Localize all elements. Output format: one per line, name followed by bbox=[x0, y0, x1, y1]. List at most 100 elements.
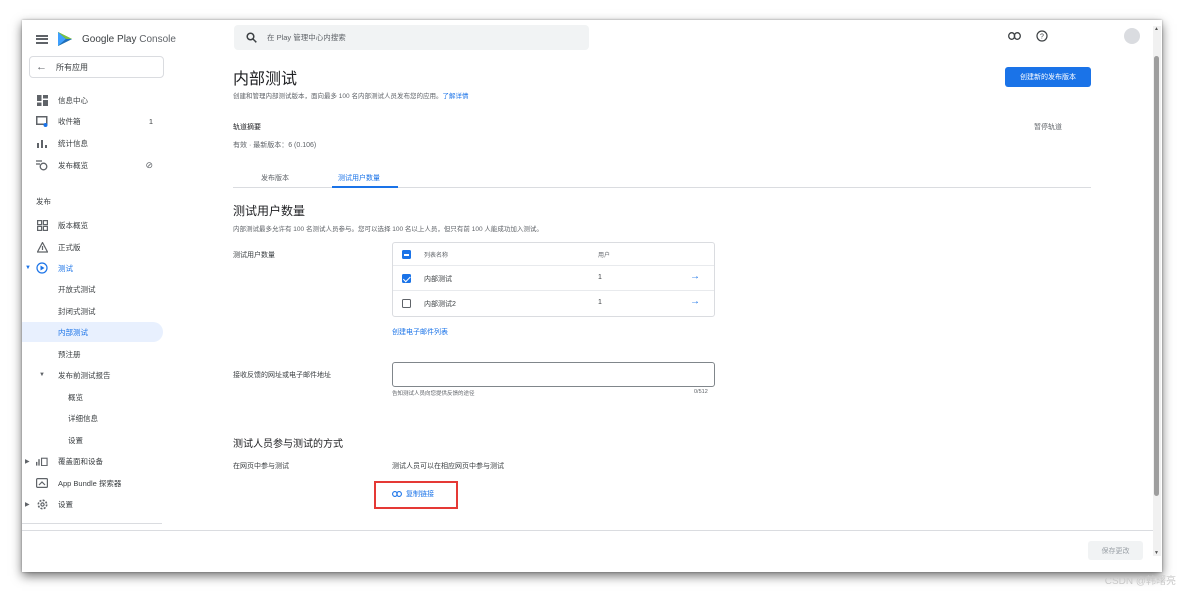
row-checkbox[interactable] bbox=[402, 299, 411, 308]
sidebar-item-label: 覆盖面和设备 bbox=[58, 456, 103, 466]
sidebar-item-prelaunch-settings[interactable]: 设置 bbox=[22, 430, 163, 450]
all-apps-label: 所有应用 bbox=[56, 62, 88, 72]
tab-releases[interactable]: 发布版本 bbox=[261, 173, 289, 183]
dashboard-icon bbox=[36, 94, 48, 106]
sidebar-item-prelaunch-details[interactable]: 详细信息 bbox=[22, 408, 163, 428]
sidebar-item-label: 收件箱 bbox=[58, 116, 81, 126]
table-header-row: 列表名称 用户 bbox=[393, 243, 714, 265]
pause-track-button[interactable]: 暂停轨道 bbox=[1034, 122, 1062, 132]
sidebar-item-open-testing[interactable]: 开放式测试 bbox=[22, 279, 163, 299]
link-icon[interactable] bbox=[1007, 29, 1021, 43]
app-bundle-icon bbox=[36, 477, 48, 489]
track-summary-heading: 轨道摘要 bbox=[233, 124, 261, 131]
logo-row: Google Play Console bbox=[36, 29, 176, 49]
sidebar-item-internal-testing[interactable]: 内部测试 bbox=[22, 322, 163, 342]
sidebar-item-publishing-overview[interactable]: 发布概览 ⊘ bbox=[22, 155, 163, 175]
scrollbar[interactable]: ▲ ▼ bbox=[1153, 26, 1161, 556]
sidebar-item-label: App Bundle 探索器 bbox=[58, 478, 122, 488]
sidebar-item-testing[interactable]: ▼ 测试 bbox=[22, 258, 163, 278]
create-email-list-link[interactable]: 创建电子邮件列表 bbox=[392, 327, 448, 337]
sidebar-item-label: 发布概览 bbox=[58, 160, 88, 170]
testers-section-description: 内部测试最多允许有 100 名测试人员参与。您可以选择 100 名以上人员，但只… bbox=[233, 226, 543, 233]
table-row[interactable]: 内部测试2 1 → bbox=[393, 290, 714, 314]
sidebar-item-label: 正式版 bbox=[58, 242, 81, 252]
sidebar-item-label: 预注册 bbox=[58, 349, 81, 359]
sidebar-item-statistics[interactable]: 统计信息 bbox=[22, 133, 163, 153]
search-bar[interactable]: 在 Play 管理中心内搜索 bbox=[234, 25, 589, 50]
testing-icon bbox=[36, 262, 48, 274]
sidebar-item-reach-devices[interactable]: ▶ 覆盖面和设备 bbox=[22, 451, 163, 471]
scroll-down-icon[interactable]: ▼ bbox=[1154, 550, 1159, 556]
arrow-right-icon[interactable]: → bbox=[690, 296, 700, 307]
create-release-button[interactable]: 创建新的发布版本 bbox=[1005, 67, 1091, 87]
sidebar-item-prelaunch-report[interactable]: ▼ 发布前测试报告 bbox=[22, 365, 163, 385]
avatar[interactable] bbox=[1124, 28, 1140, 44]
all-apps-button[interactable]: ← 所有应用 bbox=[29, 56, 164, 78]
settings-icon bbox=[36, 498, 48, 510]
active-tab-indicator bbox=[332, 186, 398, 188]
sidebar-item-closed-testing[interactable]: 封闭式测试 bbox=[22, 301, 163, 321]
feedback-char-counter: 0/512 bbox=[694, 389, 708, 395]
feedback-url-input[interactable] bbox=[392, 362, 715, 387]
sidebar-section-release: 发布 bbox=[36, 197, 51, 206]
list-user-count: 1 bbox=[598, 299, 602, 306]
sidebar-item-app-bundle-explorer[interactable]: App Bundle 探索器 bbox=[22, 473, 163, 493]
back-arrow-icon: ← bbox=[36, 61, 47, 73]
sidebar-item-label: 测试 bbox=[58, 263, 73, 273]
sidebar-item-label: 开放式测试 bbox=[58, 284, 96, 294]
join-on-web-description: 测试人员可以在相应网页中参与测试 bbox=[392, 463, 504, 470]
watermark: CSDN @韩曙亮 bbox=[1104, 576, 1176, 587]
sidebar-item-label: 发布前测试报告 bbox=[58, 370, 111, 380]
sidebar-item-label: 设置 bbox=[68, 435, 83, 445]
chevron-right-icon: ▶ bbox=[25, 458, 30, 465]
sidebar-item-label: 信息中心 bbox=[58, 95, 88, 105]
menu-icon[interactable] bbox=[36, 34, 48, 44]
publishing-overview-icon bbox=[36, 159, 48, 171]
reach-devices-icon bbox=[36, 455, 48, 467]
sidebar-item-label: 内部测试 bbox=[58, 327, 88, 337]
sidebar-item-settings[interactable]: ▶ 设置 bbox=[22, 494, 163, 514]
row-checkbox[interactable] bbox=[402, 274, 411, 283]
help-icon[interactable]: ? bbox=[1035, 29, 1049, 43]
select-all-checkbox[interactable] bbox=[402, 250, 411, 259]
sidebar-item-production[interactable]: 正式版 bbox=[22, 237, 163, 257]
chevron-down-icon: ▼ bbox=[39, 372, 45, 378]
production-icon bbox=[36, 241, 48, 253]
save-changes-button[interactable]: 保存更改 bbox=[1088, 541, 1143, 560]
sidebar-item-prelaunch-overview[interactable]: 概览 bbox=[22, 387, 163, 407]
feedback-field-label: 接收反馈的网址或电子邮件地址 bbox=[233, 372, 331, 379]
sidebar-item-label: 统计信息 bbox=[58, 138, 88, 148]
copy-link-button[interactable]: 复制链接 bbox=[392, 489, 434, 499]
sidebar-item-pre-registration[interactable]: 预注册 bbox=[22, 344, 163, 364]
learn-more-link[interactable]: 了解详情 bbox=[442, 93, 468, 100]
list-name: 内部测试2 bbox=[424, 301, 456, 308]
sidebar-item-label: 设置 bbox=[58, 499, 73, 509]
footer-bar bbox=[22, 530, 1153, 572]
releases-overview-icon bbox=[36, 219, 48, 231]
email-lists-table: 列表名称 用户 内部测试 1 → 内部测试2 1 → bbox=[392, 242, 715, 317]
scroll-up-icon[interactable]: ▲ bbox=[1154, 26, 1159, 32]
sidebar-item-dashboard[interactable]: 信息中心 bbox=[22, 90, 163, 110]
join-section-title: 测试人员参与测试的方式 bbox=[233, 439, 343, 450]
search-input[interactable]: 在 Play 管理中心内搜索 bbox=[267, 32, 346, 43]
sidebar-item-inbox[interactable]: 收件箱 1 bbox=[22, 111, 163, 131]
link-icon bbox=[392, 491, 402, 497]
sidebar-item-label: 概览 bbox=[68, 392, 83, 402]
inbox-icon bbox=[36, 115, 48, 127]
tab-testers[interactable]: 测试用户数量 bbox=[338, 173, 380, 183]
join-on-web-label: 在网页中参与测试 bbox=[233, 463, 289, 470]
page-subtitle: 创建和管理内部测试版本，面向最多 100 名内部测试人员发布您的应用。了解详情 bbox=[233, 93, 469, 100]
sidebar-item-releases-overview[interactable]: 版本概览 bbox=[22, 215, 163, 235]
testers-field-label: 测试用户数量 bbox=[233, 252, 275, 259]
chevron-right-icon: ▶ bbox=[25, 501, 30, 508]
list-name: 内部测试 bbox=[424, 276, 452, 283]
scrollbar-thumb[interactable] bbox=[1154, 56, 1159, 496]
table-row[interactable]: 内部测试 1 → bbox=[393, 265, 714, 289]
brand-name: Google Play Console bbox=[82, 33, 176, 45]
play-console-logo-icon bbox=[58, 32, 72, 46]
tabs: 发布版本 测试用户数量 bbox=[233, 169, 1091, 188]
arrow-right-icon[interactable]: → bbox=[690, 271, 700, 282]
play-console-window: Google Play Console ← 所有应用 信息中心 收件箱 1 统计… bbox=[22, 20, 1162, 572]
svg-text:?: ? bbox=[1040, 34, 1044, 41]
statistics-icon bbox=[36, 137, 48, 149]
